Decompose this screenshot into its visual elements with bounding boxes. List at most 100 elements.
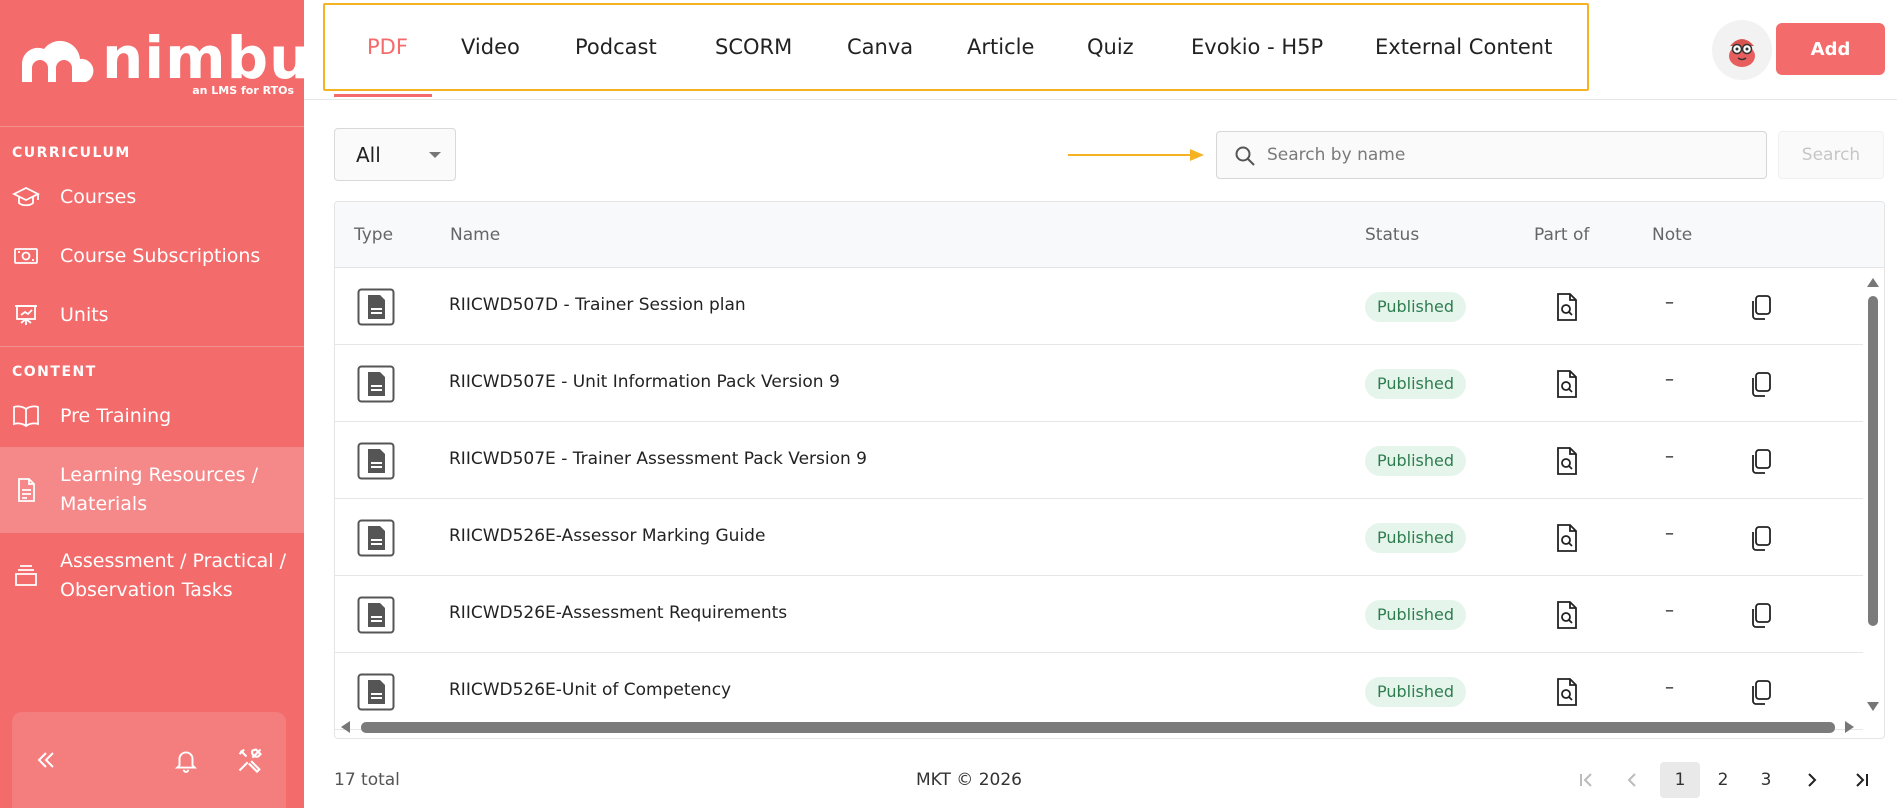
sidebar-item-course-subscriptions[interactable]: Course Subscriptions: [0, 241, 304, 271]
table-row[interactable]: RIICWD507E - Trainer Assessment Pack Ver…: [335, 422, 1863, 499]
resource-name[interactable]: RIICWD507E - Unit Information Pack Versi…: [449, 372, 840, 392]
filter-selected-value: All: [356, 143, 381, 167]
view-usage-icon[interactable]: [1553, 292, 1581, 322]
status-filter-select[interactable]: All: [334, 128, 456, 181]
vertical-scrollbar[interactable]: [1862, 268, 1884, 714]
copy-icon[interactable]: [1747, 369, 1775, 399]
copy-icon[interactable]: [1747, 600, 1775, 630]
chevron-right-icon: [1808, 773, 1817, 787]
page-button-2[interactable]: 2: [1703, 762, 1743, 798]
previous-page-button[interactable]: [1612, 762, 1652, 798]
scroll-left-icon[interactable]: [341, 721, 350, 733]
note-value: –: [1665, 600, 1674, 621]
settings-tools-button[interactable]: [232, 742, 268, 778]
book-icon: [12, 402, 40, 430]
scroll-down-icon[interactable]: [1867, 702, 1879, 711]
resource-name[interactable]: RIICWD526E-Unit of Competency: [449, 680, 731, 700]
table-row[interactable]: RIICWD526E-Assessment Requirements Publis…: [335, 576, 1863, 653]
view-usage-icon[interactable]: [1553, 523, 1581, 553]
sidebar: nimbu an LMS for RTOs CURRICULUM Courses…: [0, 0, 310, 808]
tab-scorm[interactable]: SCORM: [715, 35, 792, 59]
first-page-button[interactable]: [1566, 762, 1606, 798]
content-type-tabs: PDF Video Podcast SCORM Canva Article Qu…: [323, 3, 1589, 91]
divider: [0, 126, 304, 127]
tab-article[interactable]: Article: [967, 35, 1034, 59]
scroll-right-icon[interactable]: [1845, 721, 1854, 733]
avatar[interactable]: [1712, 20, 1772, 80]
pdf-document-icon: [357, 288, 395, 326]
presentation-board-icon: [12, 301, 40, 329]
chevron-left-icon: [1627, 773, 1636, 787]
copy-icon[interactable]: [1747, 677, 1775, 707]
total-count: 17 total: [334, 770, 400, 790]
scrollbar-thumb[interactable]: [1868, 296, 1878, 626]
search-button[interactable]: Search: [1778, 131, 1884, 179]
resource-name[interactable]: RIICWD507E - Trainer Assessment Pack Ver…: [449, 449, 867, 469]
pdf-document-icon: [357, 365, 395, 403]
next-page-button[interactable]: [1792, 762, 1832, 798]
last-page-button[interactable]: [1842, 762, 1882, 798]
copy-icon[interactable]: [1747, 446, 1775, 476]
tab-pdf[interactable]: PDF: [367, 35, 408, 59]
document-icon: [12, 476, 40, 504]
active-tab-indicator: [334, 94, 432, 97]
tab-external-content[interactable]: External Content: [1375, 35, 1552, 59]
view-usage-icon[interactable]: [1553, 446, 1581, 476]
view-usage-icon[interactable]: [1553, 369, 1581, 399]
resources-table: Type Name Status Part of Note RIICWD507D…: [334, 201, 1885, 739]
column-header-note[interactable]: Note: [1652, 225, 1692, 245]
notifications-button[interactable]: [168, 742, 204, 778]
stack-icon: [12, 562, 40, 590]
search-icon: [1235, 146, 1255, 166]
status-badge: Published: [1365, 523, 1467, 553]
brand-logo[interactable]: nimbu an LMS for RTOs: [14, 24, 310, 104]
sidebar-footer: [12, 712, 286, 808]
resource-name[interactable]: RIICWD526E-Assessor Marking Guide: [449, 526, 765, 546]
column-header-name[interactable]: Name: [450, 225, 500, 245]
first-page-icon: [1580, 773, 1592, 787]
collapse-sidebar-button[interactable]: [28, 742, 64, 778]
bell-icon: [174, 751, 198, 773]
search-input[interactable]: [1267, 140, 1747, 170]
brand-tagline: an LMS for RTOs: [192, 84, 294, 97]
note-value: –: [1665, 369, 1674, 390]
sidebar-item-assessment-tasks[interactable]: Assessment / Practical / Observation Tas…: [0, 533, 304, 619]
copy-icon[interactable]: [1747, 523, 1775, 553]
sidebar-item-courses[interactable]: Courses: [0, 182, 304, 212]
column-header-status[interactable]: Status: [1365, 225, 1419, 245]
column-header-type[interactable]: Type: [354, 225, 393, 245]
add-button[interactable]: Add: [1776, 23, 1885, 75]
tab-canva[interactable]: Canva: [847, 35, 913, 59]
pdf-document-icon: [357, 442, 395, 480]
resource-name[interactable]: RIICWD507D - Trainer Session plan: [449, 295, 746, 315]
note-value: –: [1665, 446, 1674, 467]
scrollbar-thumb[interactable]: [361, 722, 1835, 733]
tab-video[interactable]: Video: [461, 35, 520, 59]
tab-quiz[interactable]: Quiz: [1087, 35, 1134, 59]
page-button-3[interactable]: 3: [1746, 762, 1786, 798]
table-row[interactable]: RIICWD507E - Unit Information Pack Versi…: [335, 345, 1863, 422]
scroll-up-icon[interactable]: [1867, 278, 1879, 287]
arrow-right-icon: [1068, 149, 1204, 161]
tab-evokio-h5p[interactable]: Evokio - H5P: [1191, 35, 1323, 59]
view-usage-icon[interactable]: [1553, 600, 1581, 630]
tab-podcast[interactable]: Podcast: [575, 35, 657, 59]
note-value: –: [1665, 677, 1674, 698]
money-icon: [12, 242, 40, 270]
page-button-1[interactable]: 1: [1660, 762, 1700, 798]
resource-name[interactable]: RIICWD526E-Assessment Requirements: [449, 603, 787, 623]
top-bar: PDF Video Podcast SCORM Canva Article Qu…: [304, 0, 1897, 100]
sidebar-item-label: Learning Resources / Materials: [60, 464, 258, 515]
copy-icon[interactable]: [1747, 292, 1775, 322]
section-title-content: CONTENT: [12, 364, 97, 380]
table-row[interactable]: RIICWD526E-Assessor Marking Guide Publish…: [335, 499, 1863, 576]
caret-down-icon: [429, 152, 441, 158]
sidebar-item-pre-training[interactable]: Pre Training: [0, 401, 304, 431]
sidebar-item-learning-resources[interactable]: Learning Resources / Materials: [0, 447, 304, 533]
sidebar-item-units[interactable]: Units: [0, 300, 304, 330]
horizontal-scrollbar[interactable]: [335, 716, 1884, 738]
column-header-part-of[interactable]: Part of: [1534, 225, 1589, 245]
view-usage-icon[interactable]: [1553, 677, 1581, 707]
table-row[interactable]: RIICWD507D - Trainer Session plan Publish…: [335, 268, 1863, 345]
section-title-curriculum: CURRICULUM: [12, 145, 131, 161]
